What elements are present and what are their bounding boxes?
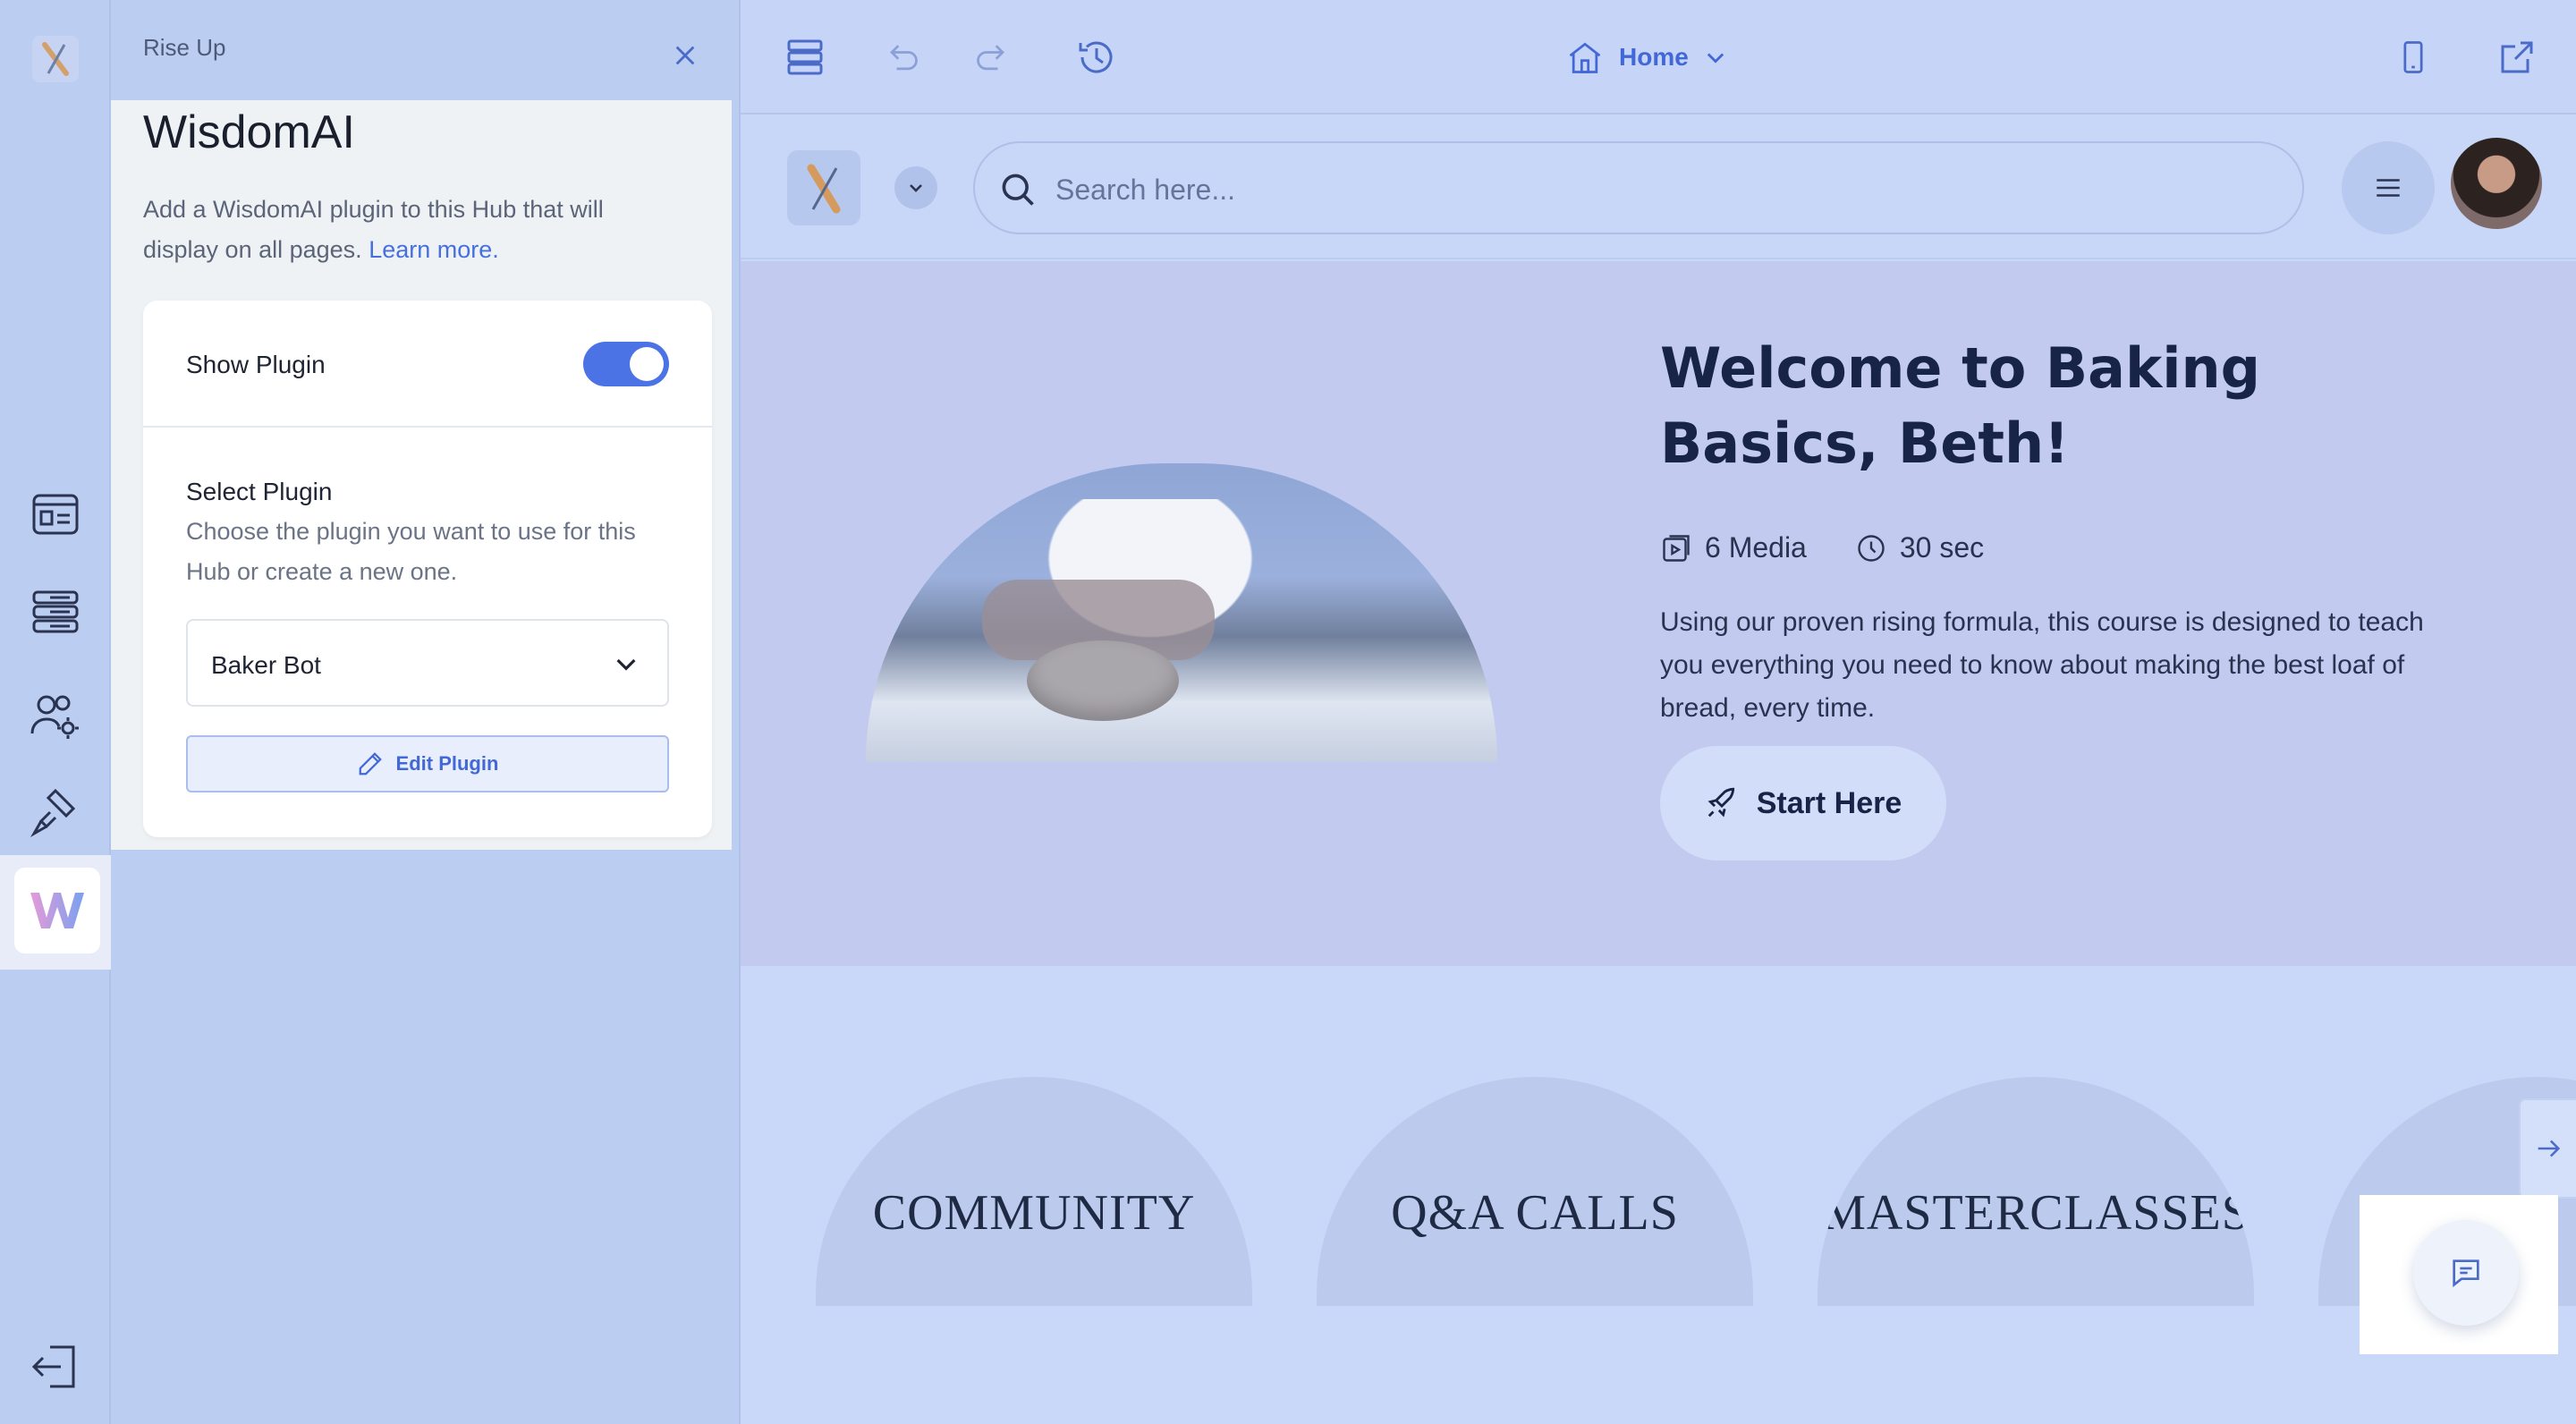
- site-preview: Welcome to Baking Basics, Beth! 6 Media …: [741, 114, 2576, 1424]
- builder-toolbar: Home: [741, 0, 2576, 114]
- members-settings-icon: [30, 695, 79, 739]
- pencil-icon: [359, 752, 382, 776]
- icon-rail: [0, 0, 120, 1424]
- layout-icon: [787, 39, 823, 75]
- hub-logo-icon[interactable]: [32, 36, 79, 82]
- edit-plugin-button[interactable]: Edit Plugin: [186, 735, 669, 793]
- panel-breadcrumb: Rise Up: [143, 34, 226, 61]
- close-icon: [675, 46, 695, 65]
- redo-button[interactable]: [968, 32, 1018, 82]
- user-avatar[interactable]: [2451, 138, 2542, 229]
- plugin-select[interactable]: Baker Bot: [186, 619, 669, 707]
- page-selector[interactable]: Home: [1565, 34, 1728, 81]
- show-plugin-label: Show Plugin: [186, 351, 326, 378]
- hamburger-icon: [2377, 179, 2400, 197]
- history-button[interactable]: [1072, 32, 1122, 82]
- card-masterclasses[interactable]: MASTERCLASSES: [1818, 1077, 2254, 1306]
- show-plugin-toggle[interactable]: [583, 342, 669, 386]
- card-community[interactable]: COMMUNITY: [816, 1077, 1252, 1306]
- hero-image-dough: [1027, 640, 1179, 721]
- history-icon: [1079, 41, 1113, 73]
- start-here-button[interactable]: Start Here: [1660, 746, 1946, 860]
- chat-icon: [2453, 1259, 2479, 1288]
- design-brush-icon: [30, 788, 76, 838]
- hero-meta: 6 Media 30 sec: [1660, 531, 1984, 564]
- rail-members-settings-button[interactable]: [20, 680, 91, 751]
- chevron-down-icon: [910, 184, 922, 192]
- mobile-preview-icon: [2403, 41, 2423, 73]
- plugin-select-value: Baker Bot: [211, 651, 321, 679]
- sections-icon: [32, 590, 79, 633]
- panel-description: Add a WisdomAI plugin to this Hub that w…: [143, 190, 680, 270]
- search-input[interactable]: [1055, 165, 2272, 215]
- mobile-preview-button[interactable]: [2388, 32, 2438, 82]
- pages-icon: [32, 494, 79, 535]
- rail-design-button[interactable]: [20, 776, 91, 848]
- wisdomai-settings-panel: Rise Up WisdomAI Add a WisdomAI plugin t…: [111, 0, 741, 1424]
- panel-title: WisdomAI: [143, 106, 355, 158]
- search-icon: [1002, 174, 1034, 206]
- media-count: 6 Media: [1705, 531, 1807, 564]
- select-plugin-label: Select Plugin: [186, 478, 333, 505]
- learn-more-link[interactable]: Learn more.: [369, 236, 499, 263]
- media-icon: [1663, 534, 1690, 562]
- rail-exit-button[interactable]: [20, 1331, 91, 1403]
- select-plugin-description: Choose the plugin you want to use for th…: [186, 518, 636, 585]
- rail-pages-button[interactable]: [20, 478, 91, 549]
- layout-button[interactable]: [780, 32, 830, 82]
- undo-icon: [890, 45, 918, 71]
- hamburger-menu-button[interactable]: [2342, 141, 2435, 234]
- rail-sections-button[interactable]: [20, 576, 91, 648]
- site-logo[interactable]: [787, 150, 860, 225]
- site-menu-dropdown[interactable]: [894, 166, 937, 209]
- arrow-right-icon: [2538, 1140, 2561, 1157]
- rolling-pin-icon: [807, 164, 841, 214]
- logout-icon: [31, 1345, 75, 1388]
- hero-section: Welcome to Baking Basics, Beth! 6 Media …: [741, 261, 2576, 966]
- redo-icon: [977, 45, 1004, 71]
- rocket-icon: [1707, 787, 1734, 818]
- carousel-next-button[interactable]: [2519, 1098, 2576, 1199]
- chevron-down-icon: [616, 658, 636, 671]
- hero-description: Using our proven rising formula, this co…: [1660, 607, 2424, 723]
- chevron-down-icon: [1707, 53, 1724, 64]
- clock-icon: [1858, 534, 1885, 562]
- chat-button[interactable]: [2413, 1220, 2519, 1326]
- duration: 30 sec: [1899, 531, 1985, 564]
- card-qa-calls[interactable]: Q&A CALLS: [1317, 1077, 1753, 1306]
- open-external-icon: [2501, 41, 2533, 73]
- rail-wisdomai-active: [0, 855, 120, 970]
- panel-header: Rise Up: [111, 0, 739, 100]
- undo-button[interactable]: [877, 32, 927, 82]
- page-selector-label: Home: [1619, 43, 1689, 71]
- start-here-label: Start Here: [1756, 785, 1902, 820]
- hero-image-baker-kneading-dough: [866, 463, 1497, 762]
- rail-wisdomai-button[interactable]: [14, 868, 100, 954]
- hero-title: Welcome to Baking Basics, Beth!: [1660, 335, 2260, 476]
- site-header: [741, 114, 2576, 259]
- edit-plugin-label: Edit Plugin: [395, 752, 499, 775]
- feature-cards-row: COMMUNITY Q&A CALLS MASTERCLASSES CONTA: [741, 966, 2576, 1424]
- panel-body: WisdomAI Add a WisdomAI plugin to this H…: [111, 100, 732, 850]
- wisdomai-logo-icon: [30, 893, 84, 928]
- site-search-bar: [973, 141, 2304, 234]
- show-plugin-row: Show Plugin: [143, 301, 712, 428]
- home-icon: [1569, 42, 1601, 73]
- plugin-settings-card: Show Plugin Select Plugin Choose the plu…: [143, 301, 712, 837]
- panel-close-button[interactable]: [665, 36, 705, 75]
- open-external-button[interactable]: [2492, 32, 2542, 82]
